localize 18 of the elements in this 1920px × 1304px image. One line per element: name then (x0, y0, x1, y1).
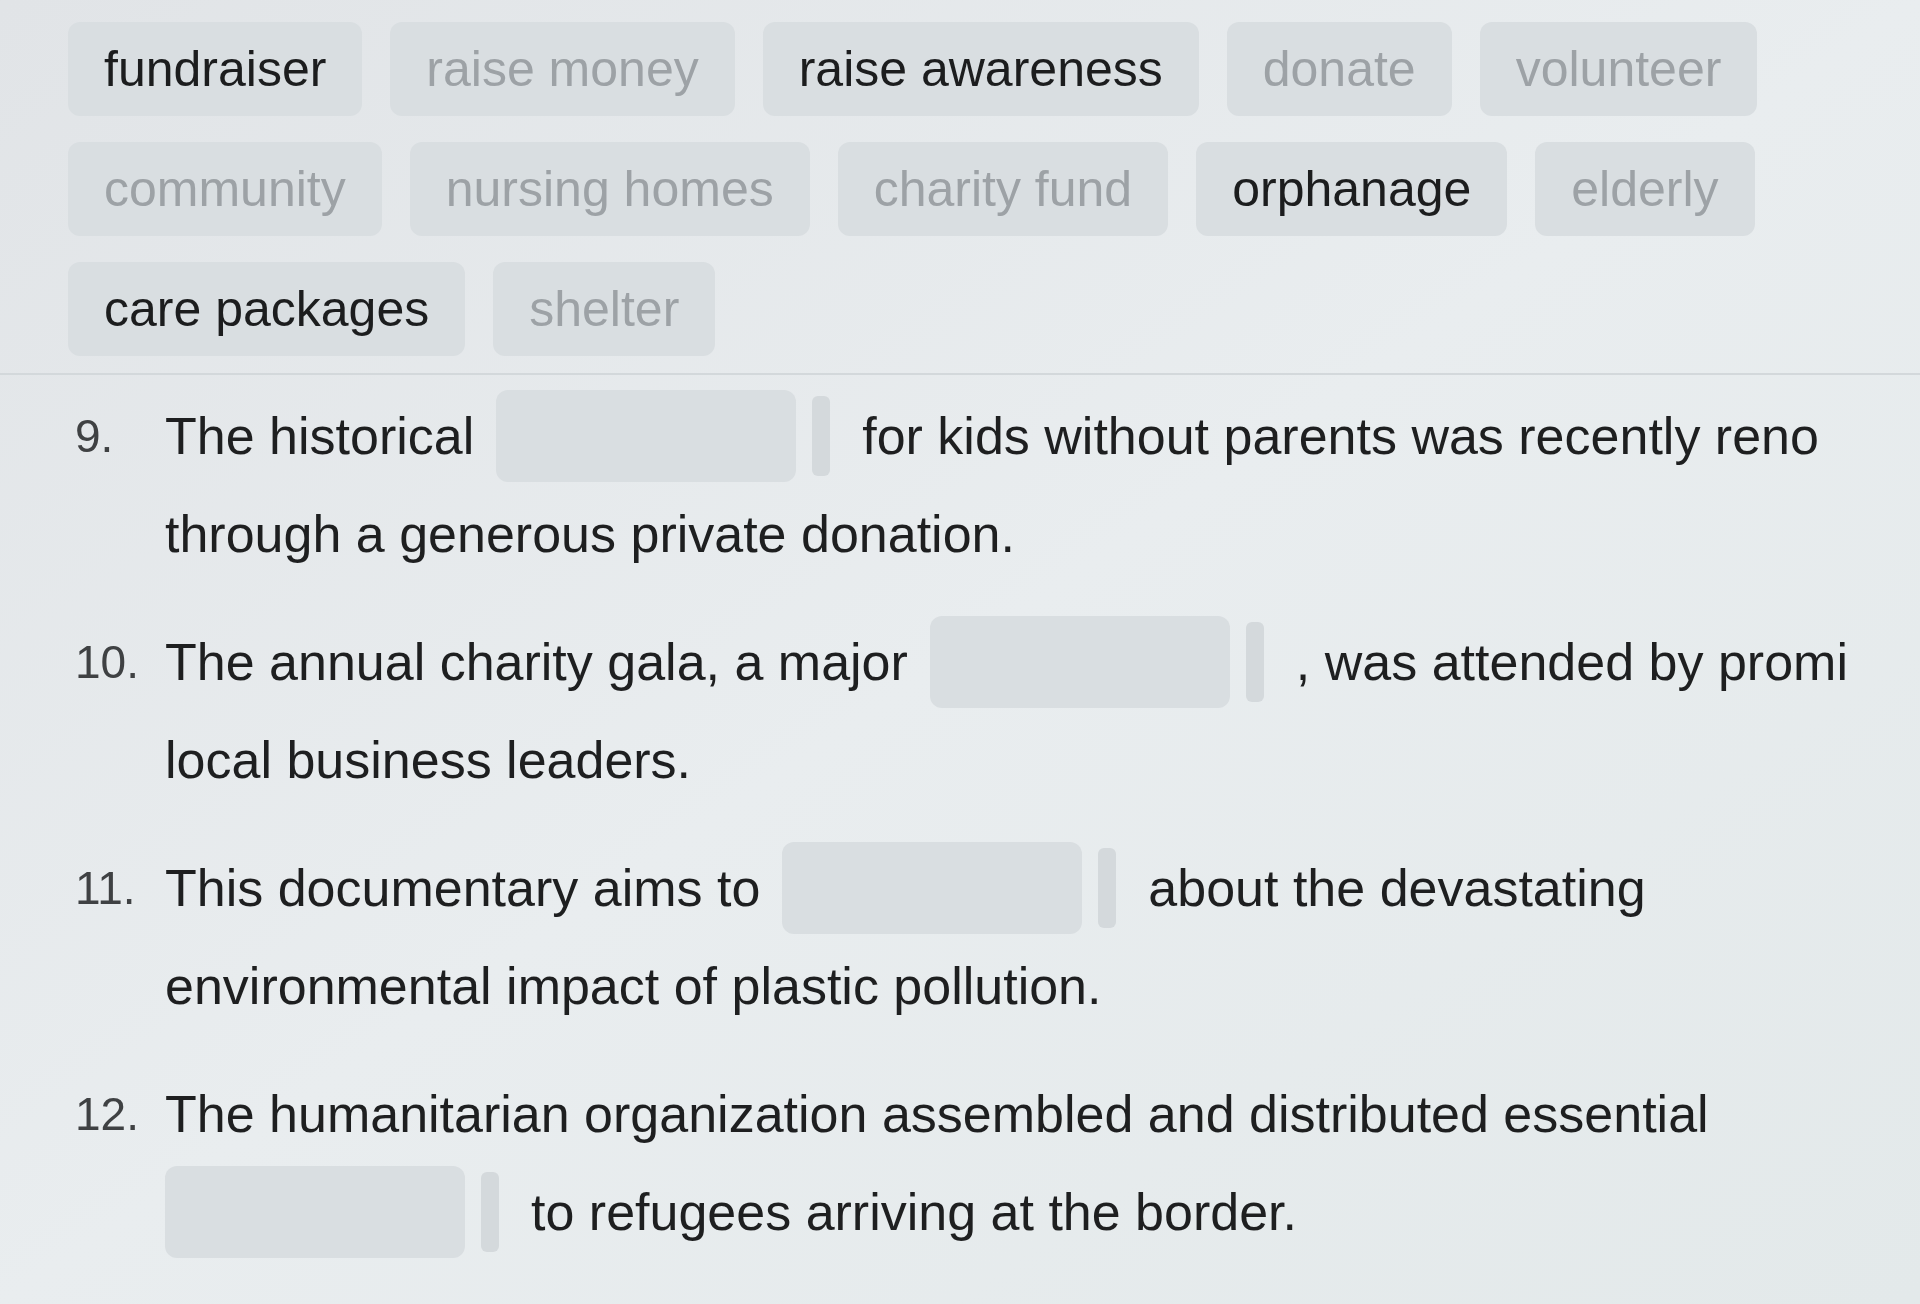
word-chip[interactable]: fundraiser (68, 22, 363, 116)
word-chip[interactable]: raise money (390, 22, 735, 116)
word-chip[interactable]: volunteer (1479, 22, 1758, 116)
question-number: 10. (75, 634, 140, 690)
question-number: 9. (75, 408, 115, 464)
word-chip[interactable]: charity fund (837, 142, 1169, 236)
word-chip[interactable]: raise awareness (762, 22, 1199, 116)
sentence-text: local business leaders. (165, 734, 692, 786)
word-chip[interactable]: nursing homes (409, 142, 810, 236)
word-chip[interactable]: donate (1226, 22, 1452, 116)
word-chip[interactable]: elderly (1535, 142, 1755, 236)
word-chip[interactable]: shelter (493, 262, 716, 356)
sentence-text: The historical (165, 410, 475, 462)
word-chip[interactable]: care packages (68, 262, 466, 356)
question-number: 11. (75, 860, 137, 916)
word-chip[interactable]: community (68, 142, 382, 236)
word-chip[interactable]: orphanage (1196, 142, 1508, 236)
question-number: 12. (75, 1086, 140, 1142)
